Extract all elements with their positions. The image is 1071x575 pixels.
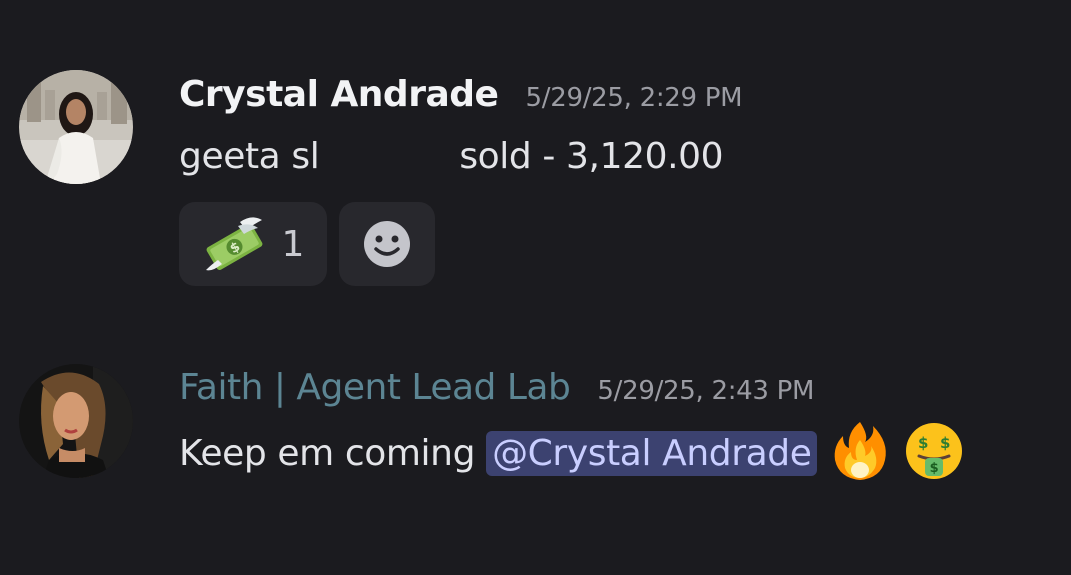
author-name[interactable]: Faith | Agent Lead Lab (179, 367, 571, 408)
message-content: geeta sl sold - 3,120.00 (179, 136, 724, 178)
svg-text:$: $ (918, 434, 928, 452)
reactions-bar: $ 1 (179, 202, 435, 286)
svg-text:$: $ (940, 434, 950, 452)
message-text: Keep em coming (179, 433, 487, 474)
reaction-count: 1 (281, 223, 305, 265)
fire-icon (829, 420, 891, 482)
message-text-prefix: geeta sl (179, 136, 320, 177)
author-name[interactable]: Crystal Andrade (179, 74, 499, 115)
message-text-suffix: sold - 3,120.00 (459, 136, 724, 177)
message-header: Faith | Agent Lead Lab 5/29/25, 2:43 PM (179, 367, 814, 408)
message-timestamp[interactable]: 5/29/25, 2:29 PM (526, 83, 743, 113)
add-reaction-button[interactable] (339, 202, 435, 286)
message-header: Crystal Andrade 5/29/25, 2:29 PM (179, 74, 743, 115)
avatar-faith[interactable] (19, 364, 133, 478)
svg-text:$: $ (930, 461, 939, 476)
add-reaction-smiley-icon (362, 219, 412, 269)
message-timestamp[interactable]: 5/29/25, 2:43 PM (597, 376, 814, 406)
message-content: Keep em coming @Crystal Andrade $ $ $ (179, 422, 965, 482)
money-mouth-face-icon: $ $ $ (903, 420, 965, 482)
user-mention[interactable]: @Crystal Andrade (486, 431, 818, 476)
avatar-crystal-image (19, 70, 133, 184)
redacted-region (319, 138, 460, 178)
avatar-faith-image (19, 364, 133, 478)
avatar-crystal[interactable] (19, 70, 133, 184)
reaction-money-with-wings[interactable]: $ 1 (179, 202, 327, 286)
money-with-wings-icon: $ (202, 212, 266, 276)
chat-window: Crystal Andrade 5/29/25, 2:29 PM geeta s… (0, 0, 1071, 575)
